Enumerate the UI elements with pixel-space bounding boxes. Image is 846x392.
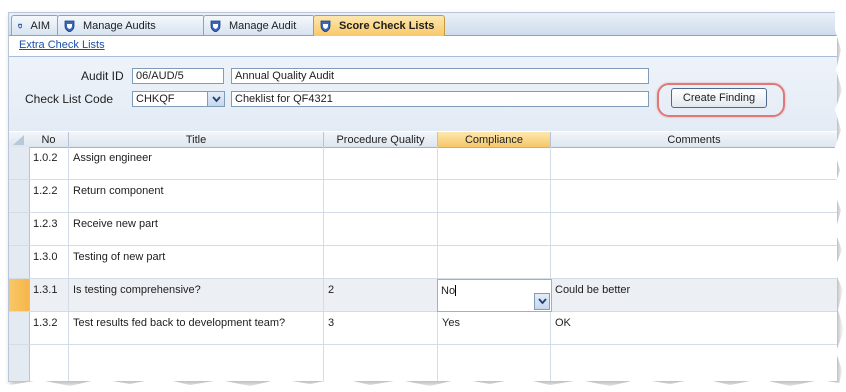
cell-no[interactable]: 1.3.0 <box>29 246 69 278</box>
tab-label: AIM <box>30 19 50 32</box>
col-header-comments[interactable]: Comments <box>551 132 837 147</box>
cell-title[interactable]: Testing of new part <box>69 246 324 278</box>
cell-title[interactable]: Receive new part <box>69 213 324 245</box>
cell-procedure-quality[interactable] <box>324 246 438 278</box>
audit-id-field[interactable]: 06/AUD/5 <box>132 68 224 84</box>
cell-procedure-quality[interactable] <box>324 213 438 245</box>
cell-no[interactable]: 1.2.3 <box>29 213 69 245</box>
cell-comments[interactable]: OK <box>551 312 837 344</box>
grid-header: No Title Procedure Quality Compliance Co… <box>9 132 837 148</box>
app-window: AIM Manage Audits Manage Audit Score Che… <box>8 12 838 382</box>
extra-check-lists-link[interactable]: Extra Check Lists <box>19 39 105 51</box>
checklist-code-select[interactable]: CHKQF <box>132 91 208 107</box>
cell-procedure-quality[interactable]: 3 <box>324 312 438 344</box>
link-strip: Extra Check Lists <box>9 36 837 57</box>
col-header-procedure-quality[interactable]: Procedure Quality <box>324 132 438 147</box>
create-finding-button[interactable]: Create Finding <box>671 88 767 108</box>
cell-title[interactable]: Return component <box>69 180 324 212</box>
shield-icon <box>18 23 23 29</box>
audit-form: Audit ID 06/AUD/5 Annual Quality Audit C… <box>9 57 837 131</box>
grid-corner <box>9 132 29 147</box>
cell-procedure-quality[interactable] <box>324 147 438 179</box>
cell-comments[interactable]: Could be better <box>551 279 837 311</box>
shield-icon <box>64 20 75 32</box>
cell-no[interactable]: 1.3.2 <box>29 312 69 344</box>
checklist-grid: No Title Procedure Quality Compliance Co… <box>9 132 837 381</box>
table-row[interactable]: 1.3.0 Testing of new part <box>9 246 837 279</box>
row-selector <box>9 345 30 381</box>
empty-cell <box>438 345 551 381</box>
empty-row <box>9 345 837 381</box>
compliance-editor-value[interactable]: No <box>441 285 455 297</box>
compliance-dropdown-button[interactable] <box>534 293 550 310</box>
cell-comments[interactable] <box>551 246 837 278</box>
shield-icon <box>320 20 331 32</box>
tab-label: Score Check Lists <box>339 20 435 32</box>
row-selector[interactable] <box>9 180 30 212</box>
col-header-compliance[interactable]: Compliance <box>438 132 551 147</box>
cell-procedure-quality[interactable]: 2 <box>324 279 438 311</box>
col-header-no[interactable]: No <box>29 132 69 147</box>
cell-comments[interactable] <box>551 213 837 245</box>
row-selector[interactable] <box>9 279 30 311</box>
audit-name-field[interactable]: Annual Quality Audit <box>231 68 649 84</box>
row-selector[interactable] <box>9 246 30 278</box>
checklist-code-label: Check List Code <box>25 92 114 106</box>
cell-comments[interactable] <box>551 180 837 212</box>
table-row[interactable]: 1.3.1 Is testing comprehensive? 2 No Cou… <box>9 279 837 312</box>
tab-label: Manage Audits <box>83 19 156 32</box>
cell-procedure-quality[interactable] <box>324 180 438 212</box>
checklist-code-dropdown-button[interactable] <box>208 91 225 107</box>
tab-strip: AIM Manage Audits Manage Audit Score Che… <box>9 13 837 36</box>
cell-title[interactable]: Test results fed back to development tea… <box>69 312 324 344</box>
text-caret <box>455 285 457 296</box>
table-row[interactable]: 1.0.2 Assign engineer <box>9 147 837 180</box>
chevron-down-icon <box>211 95 221 102</box>
audit-id-label: Audit ID <box>81 69 124 83</box>
cell-comments[interactable] <box>551 147 837 179</box>
tab-score-check-lists[interactable]: Score Check Lists <box>313 15 445 36</box>
cell-no[interactable]: 1.2.2 <box>29 180 69 212</box>
empty-cell <box>69 345 324 381</box>
select-all-icon <box>13 135 24 145</box>
tab-manage-audit[interactable]: Manage Audit <box>203 15 315 35</box>
tab-label: Manage Audit <box>229 19 297 32</box>
cell-no[interactable]: 1.3.1 <box>29 279 69 311</box>
col-header-title[interactable]: Title <box>69 132 324 147</box>
shield-icon <box>210 20 221 32</box>
cell-compliance[interactable]: Yes <box>438 312 551 344</box>
tab-manage-audits[interactable]: Manage Audits <box>57 15 205 35</box>
row-selector[interactable] <box>9 312 30 344</box>
table-row[interactable]: 1.3.2 Test results fed back to developme… <box>9 312 837 345</box>
chevron-down-icon <box>537 298 547 305</box>
cell-compliance[interactable] <box>438 180 551 212</box>
table-row[interactable]: 1.2.2 Return component <box>9 180 837 213</box>
cell-compliance[interactable] <box>438 213 551 245</box>
tab-aim[interactable]: AIM <box>11 15 59 35</box>
cell-no[interactable]: 1.0.2 <box>29 147 69 179</box>
table-row[interactable]: 1.2.3 Receive new part <box>9 213 837 246</box>
cell-title[interactable]: Is testing comprehensive? <box>69 279 324 311</box>
row-selector[interactable] <box>9 147 30 179</box>
cell-compliance[interactable] <box>438 246 551 278</box>
empty-cell <box>324 345 438 381</box>
cell-compliance[interactable] <box>438 147 551 179</box>
cell-title[interactable]: Assign engineer <box>69 147 324 179</box>
empty-cell <box>29 345 69 381</box>
checklist-name-field[interactable]: Cheklist for QF4321 <box>231 91 649 107</box>
row-selector[interactable] <box>9 213 30 245</box>
